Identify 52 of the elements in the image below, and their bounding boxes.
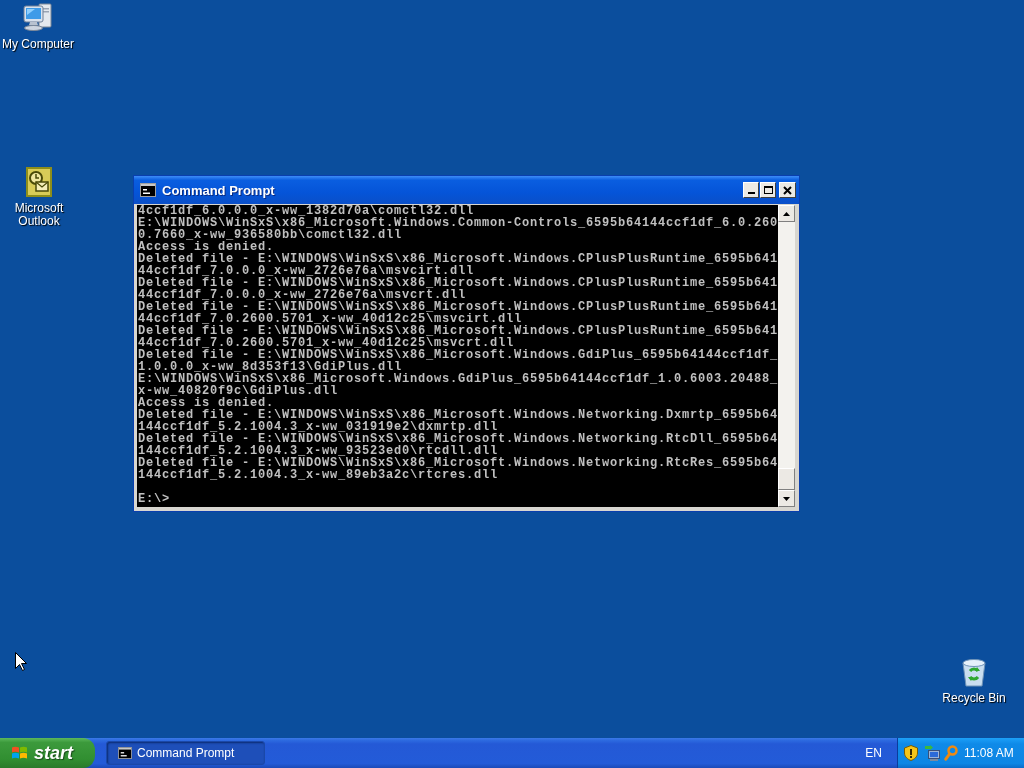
window-title: Command Prompt [162,182,276,198]
console-line: 0.7660_x-ww_936580bb\comctl32.dll [138,229,403,241]
scroll-down-button[interactable] [778,490,795,507]
up-arrow-icon [783,211,790,216]
start-button[interactable]: start [0,738,95,768]
down-arrow-icon [783,496,790,501]
computer-icon[interactable] [22,2,54,34]
scroll-up-button[interactable] [778,205,795,222]
command-prompt: E:\> [138,493,170,505]
console-line: E:\WINDOWS\WinSxS\x86_Microsoft.Windows.GdiPlus_6595b64144ccf1df_1.0.6003.20488_ [138,373,778,385]
maximize-icon [763,186,773,194]
mouse-pointer-icon [15,652,27,671]
desktop-icon-label[interactable]: My Computer [2,38,74,51]
console-line: 44ccf1df_7.0.2600.5701_x-ww_40d12c25\msvcrt.dll [138,337,515,349]
desktop-icon-label[interactable]: Microsoft Outlook [0,202,78,228]
shield-warning-icon[interactable] [904,745,918,761]
close-icon [783,185,792,195]
console-line: x-ww_40820f9c\GdiPlus.dll [138,385,339,397]
console-line: 44ccf1df_7.0.0.0_x-ww_2726e76a\msvcirt.dll [138,265,475,277]
language-indicator[interactable]: EN [865,746,882,760]
console-line: Deleted file - E:\WINDOWS\WinSxS\x86_Microsoft.Windows.GdiPlus_6595b64144ccf1df_ [138,349,778,361]
console-line: E:\WINDOWS\WinSxS\x86_Microsoft.Windows.Common-Controls_6595b64144ccf1df_6.0.260 [138,217,778,229]
console-icon [140,183,156,197]
console-line: Deleted file - E:\WINDOWS\WinSxS\x86_Microsoft.Windows.CPlusPlusRuntime_6595b641 [138,277,778,289]
console-line: Deleted file - E:\WINDOWS\WinSxS\x86_Microsoft.Windows.CPlusPlusRuntime_6595b641 [138,301,778,313]
minimize-button[interactable] [743,182,759,198]
taskbar-button[interactable]: Command Prompt [106,741,265,765]
vertical-scrollbar[interactable] [778,205,795,507]
maximize-button[interactable] [760,182,776,198]
scrollbar-thumb[interactable] [778,468,795,490]
console-line: 44ccf1df_7.0.2600.5701_x-ww_40d12c25\msvcirt.dll [138,313,523,325]
console-line: 144ccf1df_5.2.1004.3_x-ww_93523ed0\rtcdll.dll [138,445,499,457]
clock[interactable]: 11:08 AM [964,746,1014,760]
console-line: 44ccf1df_7.0.0.0_x-ww_2726e76a\msvcrt.dll [138,289,467,301]
minimize-icon [747,192,755,194]
close-button[interactable] [779,182,796,198]
clock-envelope-icon[interactable] [23,166,55,198]
network-computer-icon[interactable] [924,745,940,761]
desktop-icon-label[interactable]: Recycle Bin [942,692,1006,705]
windows-flag-icon [11,745,28,761]
console-line: Access is denied. [138,241,275,253]
console-line: Deleted file - E:\WINDOWS\WinSxS\x86_Microsoft.Windows.Networking.RtcDll_6595b64 [138,433,778,445]
console-line: Deleted file - E:\WINDOWS\WinSxS\x86_Microsoft.Windows.Networking.RtcRes_6595b64 [138,457,778,469]
console-icon [118,747,132,759]
console-line: 4ccf1df_6.0.0.0_x-ww_1382d70a\comctl32.dll [138,205,475,217]
console-line: Deleted file - E:\WINDOWS\WinSxS\x86_Microsoft.Windows.Networking.Dxmrtp_6595b64 [138,409,778,421]
console-line: 144ccf1df_5.2.1004.3_x-ww_031919e2\dxmrtp.dll [138,421,499,433]
console-line: Deleted file - E:\WINDOWS\WinSxS\x86_Microsoft.Windows.CPlusPlusRuntime_6595b641 [138,325,778,337]
console-line: 144ccf1df_5.2.1004.3_x-ww_89eb3a2c\rtcres.dll [138,469,499,481]
console-line: Access is denied. [138,397,275,409]
console-line: 1.0.0.0_x-ww_8d353f13\GdiPlus.dll [138,361,403,373]
console-line: Deleted file - E:\WINDOWS\WinSxS\x86_Microsoft.Windows.CPlusPlusRuntime_6595b641 [138,253,778,265]
